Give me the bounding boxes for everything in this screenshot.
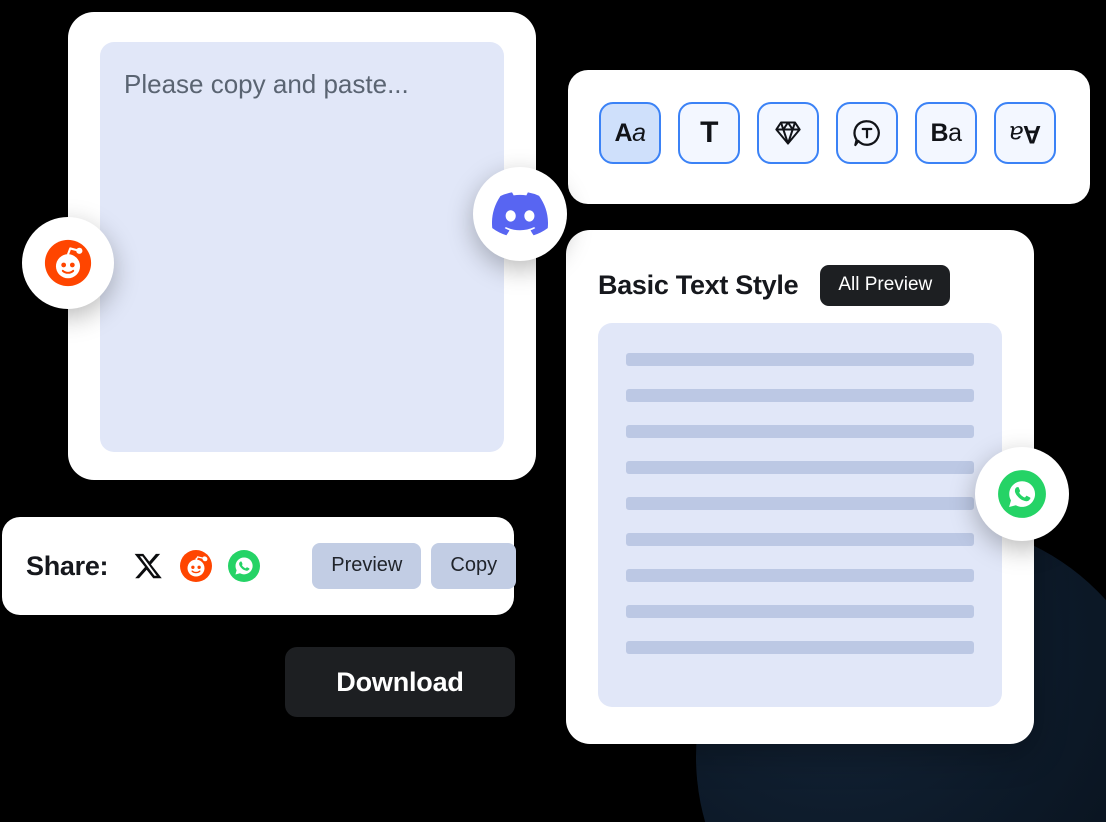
aa-icon: Aa (614, 118, 646, 147)
floating-badge-reddit[interactable] (22, 217, 114, 309)
skeleton-line (626, 389, 974, 402)
share-card: Share: Preview Copy (2, 517, 517, 615)
skeleton-line (626, 605, 974, 618)
style-button-bold-text-style[interactable]: T (678, 102, 740, 164)
bold-t-icon: T (700, 116, 718, 149)
reddit-icon (44, 239, 92, 287)
skeleton-line (626, 425, 974, 438)
style-button-basic-text-style[interactable]: Aa (599, 102, 661, 164)
skeleton-line (626, 461, 974, 474)
page-title: Basic Text Style (598, 269, 799, 300)
download-button[interactable]: Download (285, 647, 515, 717)
discord-icon (492, 192, 548, 236)
preview-header: Basic Text Style All Preview (598, 264, 1004, 306)
floating-badge-whatsapp[interactable] (975, 447, 1069, 541)
share-bar: Share: Preview Copy (2, 517, 517, 615)
preview-card: Basic Text Style All Preview (566, 230, 1034, 744)
diamond-icon (775, 121, 801, 145)
preview-skeleton-area (598, 323, 1002, 707)
preview-button[interactable]: Preview (312, 543, 422, 589)
share-actions: Preview Copy (312, 543, 517, 589)
style-toolbar: Aa T Ba Aa (599, 102, 1056, 164)
floating-badge-discord[interactable] (473, 167, 567, 261)
reddit-icon[interactable] (180, 550, 213, 582)
skeleton-line (626, 533, 974, 546)
skeleton-line (626, 353, 974, 366)
whatsapp-icon (998, 470, 1046, 518)
editor-input[interactable] (100, 42, 504, 452)
style-button-fancy-text-style[interactable] (757, 102, 819, 164)
style-button-serif-text-style[interactable]: Ba (915, 102, 977, 164)
skeleton-line (626, 641, 974, 654)
skeleton-line (626, 569, 974, 582)
share-network-list (134, 550, 261, 582)
flipped-aa-icon: Aa (1009, 119, 1041, 148)
speech-bubble-t-icon (853, 120, 880, 147)
whatsapp-icon[interactable] (228, 550, 261, 582)
ba-icon: Ba (930, 118, 962, 147)
style-button-bubble-text-style[interactable] (836, 102, 898, 164)
skeleton-line (626, 497, 974, 510)
editor-card (68, 12, 536, 480)
style-button-flip-text-style[interactable]: Aa (994, 102, 1056, 164)
style-toolbar-card: Aa T Ba Aa (568, 70, 1090, 204)
share-label: Share: (26, 550, 109, 581)
all-preview-button[interactable]: All Preview (820, 264, 951, 306)
app-canvas: Aa T Ba (0, 0, 1106, 822)
copy-button[interactable]: Copy (431, 543, 517, 589)
x-twitter-icon[interactable] (134, 551, 164, 581)
